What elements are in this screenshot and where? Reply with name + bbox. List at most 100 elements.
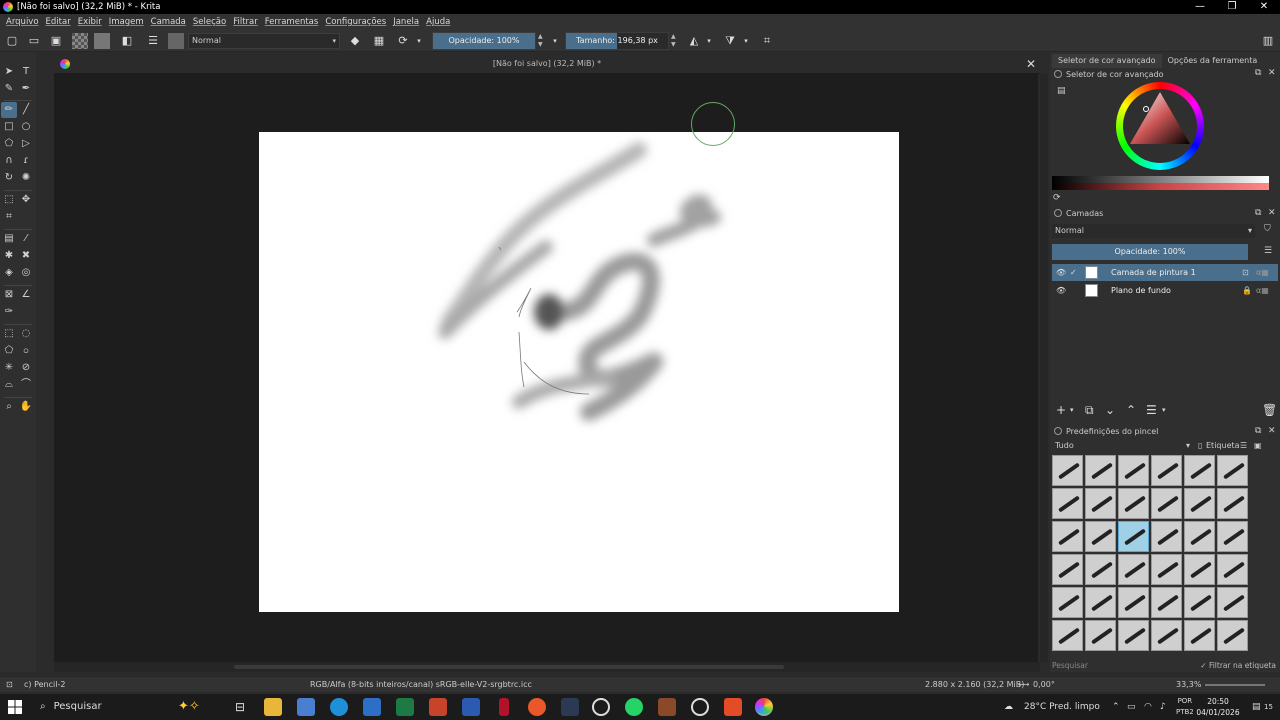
lasso-select-icon[interactable]: ဝ xyxy=(18,343,34,359)
transform-tool-icon[interactable]: ⬚ xyxy=(1,192,17,208)
perspective-grid-icon[interactable]: ⊠ xyxy=(1,287,17,303)
game-app-icon[interactable] xyxy=(658,698,676,716)
brush-preset-item[interactable] xyxy=(1052,620,1083,651)
delete-layer-icon[interactable]: 🗑 xyxy=(1262,403,1277,417)
task-view-icon[interactable]: ⊟ xyxy=(231,698,249,716)
brush-preset-item[interactable] xyxy=(1052,521,1083,552)
brush-preset-item[interactable] xyxy=(1184,488,1215,519)
netflix-icon[interactable] xyxy=(499,698,509,716)
brush-preset-item[interactable] xyxy=(1085,488,1116,519)
menu-imagem[interactable]: Imagem xyxy=(109,17,144,27)
brush-preset-item[interactable] xyxy=(1184,455,1215,486)
rotation-icon[interactable]: ⟷ xyxy=(1018,677,1029,693)
duplicate-layer-icon[interactable]: ⧉ xyxy=(1085,403,1094,418)
brush-preset-item[interactable] xyxy=(1118,620,1149,651)
move-tool-icon[interactable]: ✥ xyxy=(18,192,34,208)
bezier-tool-icon[interactable]: ∩ xyxy=(1,153,17,169)
crop-tool-icon[interactable]: ⌗ xyxy=(1,209,17,225)
color-wheel[interactable] xyxy=(1116,82,1204,170)
input-language[interactable]: POR PTB2 xyxy=(1176,696,1194,720)
layer-menu-icon[interactable]: ☰ xyxy=(1264,246,1272,256)
reload-preset-icon[interactable]: ⟳ xyxy=(395,33,411,49)
brush-preset-item[interactable] xyxy=(1217,620,1248,651)
brush-preset-item[interactable] xyxy=(1151,488,1182,519)
brush-preset-item[interactable] xyxy=(1118,521,1149,552)
brush-preset-item[interactable] xyxy=(1151,521,1182,552)
enclose-fill-icon[interactable]: ◎ xyxy=(18,265,34,281)
brush-search-input[interactable]: Pesquisar xyxy=(1052,661,1088,670)
spin-arrows-icon[interactable]: ▲ ▼ xyxy=(671,33,681,49)
close-icon[interactable]: ✕ xyxy=(1268,426,1276,436)
excel-icon[interactable] xyxy=(396,698,414,716)
size-slider[interactable]: Tamanho: 196,38 px ▲ ▼ xyxy=(565,32,676,50)
polygon-tool-icon[interactable]: ⬠ xyxy=(1,136,17,152)
rect-select-icon[interactable]: ⬚ xyxy=(1,326,17,342)
line-tool-icon[interactable]: ╱ xyxy=(18,102,34,118)
document-tab[interactable]: [Não foi salvo] (32,2 MiB) * ✕ xyxy=(54,54,1040,74)
measure-tool-icon[interactable]: ∠ xyxy=(18,287,34,303)
brush-settings-icon[interactable]: ☰ xyxy=(145,33,161,49)
visibility-eye-icon[interactable]: 👁 xyxy=(1056,264,1066,281)
brush-preset-item[interactable] xyxy=(1085,521,1116,552)
brush-preset-item[interactable] xyxy=(1184,587,1215,618)
pattern-selector-icon[interactable] xyxy=(94,33,110,49)
chatgpt-icon[interactable] xyxy=(592,698,610,716)
lock-icon[interactable]: 🔒 xyxy=(1242,282,1252,299)
tab-color-selector[interactable]: Seletor de cor avançado xyxy=(1052,54,1162,68)
zoom-value[interactable]: 33,3% xyxy=(1176,677,1201,693)
multibrush-icon[interactable]: ✺ xyxy=(18,170,34,186)
menu-selecao[interactable]: Seleção xyxy=(193,17,226,27)
vertical-scrollbar[interactable] xyxy=(1040,74,1048,662)
fill-tool-icon[interactable]: ◈ xyxy=(1,265,17,281)
taskbar-search[interactable]: ⌕ Pesquisar ✦✧ xyxy=(32,694,212,720)
save-icon[interactable]: ▣ xyxy=(48,33,64,49)
layer-blend-mode-select[interactable]: Normal ▾ xyxy=(1052,224,1255,238)
new-document-icon[interactable]: ▢ xyxy=(4,33,20,49)
float-panel-icon[interactable]: ⧉ xyxy=(1255,68,1261,78)
close-icon[interactable]: ✕ xyxy=(1026,54,1036,74)
checkbox-icon[interactable]: ✓ xyxy=(1070,264,1077,281)
red-gradient[interactable] xyxy=(1052,183,1269,190)
brush-preset-item[interactable] xyxy=(1217,521,1248,552)
alpha-icon[interactable]: α▦ xyxy=(1256,264,1269,281)
similar-select-icon[interactable]: ⊘ xyxy=(18,360,34,376)
brush-preset-item[interactable] xyxy=(1085,554,1116,585)
alpha-lock-icon[interactable]: ▦ xyxy=(371,33,387,49)
gradient-tool-icon[interactable]: ▤ xyxy=(1,231,17,247)
tool-preset-icon[interactable]: ⊡ xyxy=(6,677,13,693)
chevron-down-icon[interactable]: ▾ xyxy=(704,33,714,49)
menu-arquivo[interactable]: Arquivo xyxy=(6,17,39,27)
open-folder-icon[interactable]: ▭ xyxy=(26,33,42,49)
zoom-slider[interactable] xyxy=(1205,684,1265,686)
polyline-tool-icon[interactable]: ▷ xyxy=(18,136,34,152)
select-shapes-icon[interactable]: ➤ xyxy=(1,64,17,80)
layer-opacity-slider[interactable]: Opacidade: 100% xyxy=(1052,244,1248,260)
menu-editar[interactable]: Editar xyxy=(46,17,71,27)
brush-preset-item[interactable] xyxy=(1217,554,1248,585)
brush-preset-item[interactable] xyxy=(1151,554,1182,585)
brush-preset-item[interactable] xyxy=(1052,587,1083,618)
float-panel-icon[interactable]: ⧉ xyxy=(1255,208,1261,218)
freehand-path-icon[interactable]: ɾ xyxy=(18,153,34,169)
contiguous-select-icon[interactable]: ✳ xyxy=(1,360,17,376)
fg-bg-color-icon[interactable]: ◧ xyxy=(118,33,136,49)
battery-icon[interactable]: ▭ xyxy=(1127,694,1136,720)
edit-shapes-icon[interactable]: ✎ xyxy=(1,81,17,97)
brush-preset-item[interactable] xyxy=(1217,587,1248,618)
mirror-horizontal-icon[interactable]: ◭ xyxy=(686,33,702,49)
list-view-icon[interactable]: ☰ xyxy=(1240,439,1247,453)
system-clock[interactable]: 20:50 04/01/2026 xyxy=(1196,696,1240,718)
brush-preset-item[interactable] xyxy=(1085,455,1116,486)
color-space[interactable]: RGB/Alfa (8-bits inteiros/canal) sRGB-el… xyxy=(310,677,532,693)
menu-ajuda[interactable]: Ajuda xyxy=(426,17,450,27)
brush-preset-item[interactable] xyxy=(1118,455,1149,486)
float-panel-icon[interactable]: ⧉ xyxy=(1255,426,1261,436)
reference-image-icon[interactable]: ✑ xyxy=(1,304,17,320)
word-icon[interactable] xyxy=(462,698,480,716)
color-triangle[interactable] xyxy=(1116,82,1204,170)
brush-preset-item[interactable] xyxy=(1217,488,1248,519)
rotation-value[interactable]: 0,00° xyxy=(1033,677,1055,693)
brush-preset-item[interactable] xyxy=(1118,488,1149,519)
blend-mode-select[interactable]: Normal ▾ xyxy=(188,33,340,49)
chevron-down-icon[interactable]: ▾ xyxy=(741,33,751,49)
